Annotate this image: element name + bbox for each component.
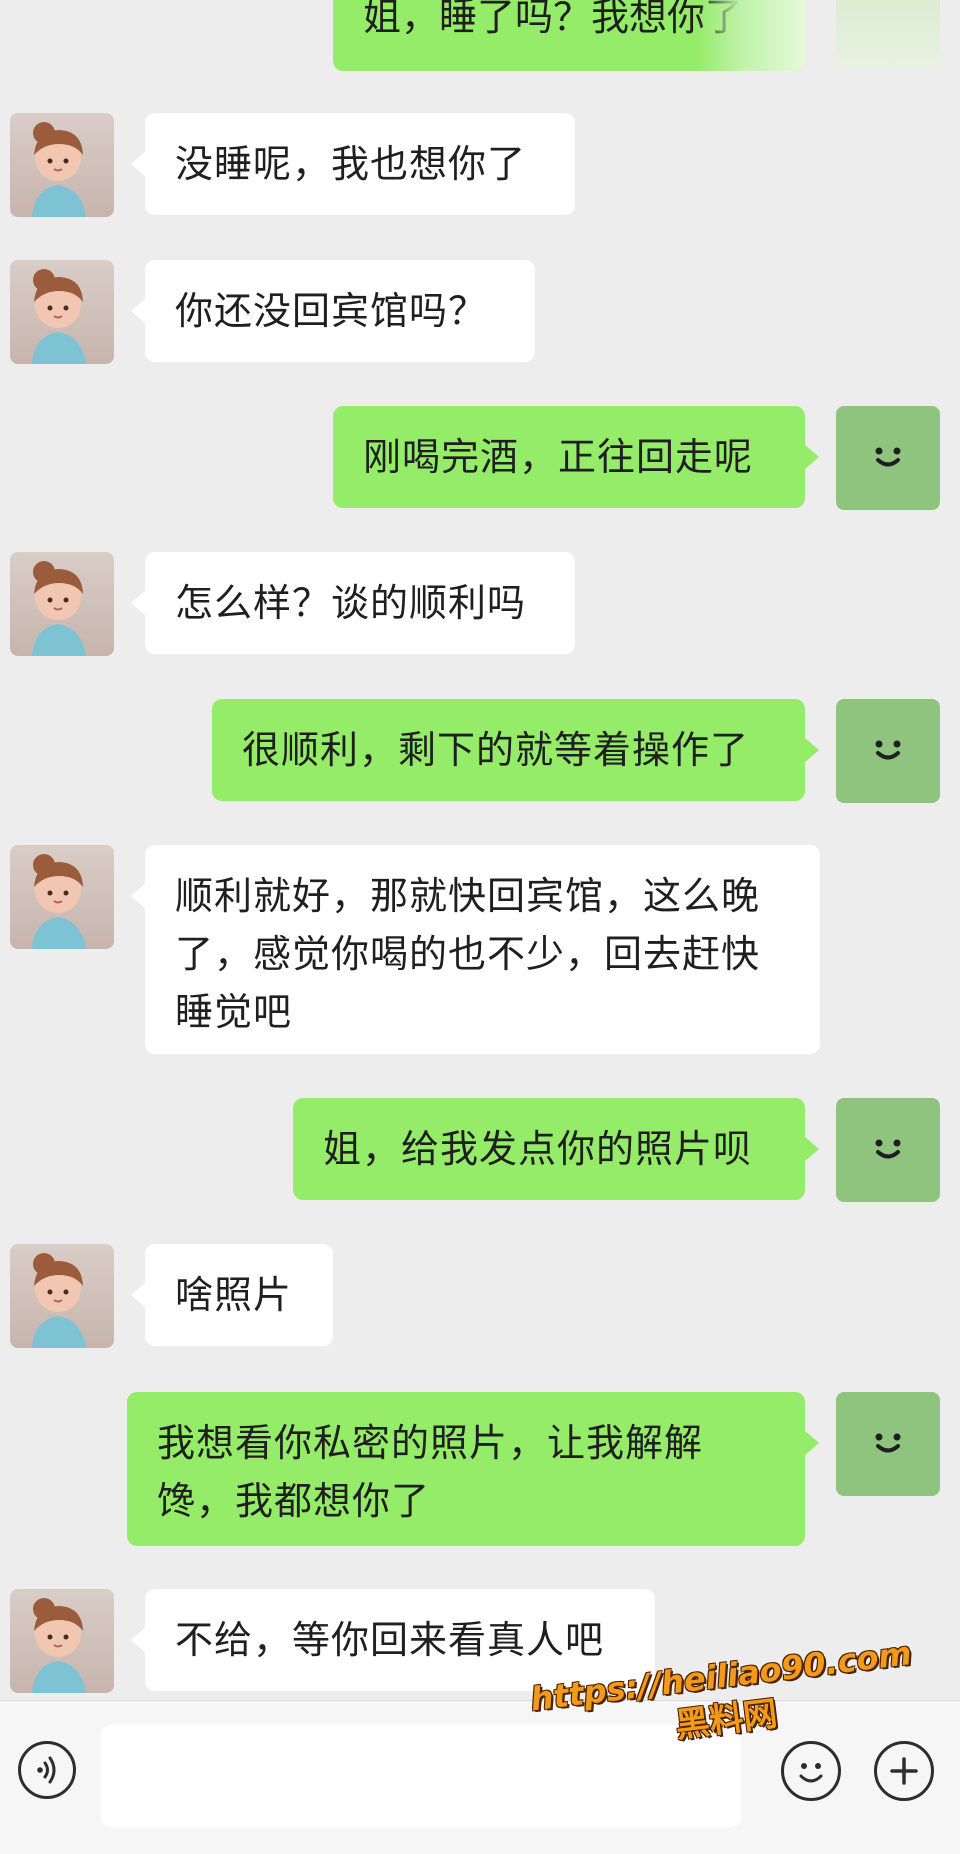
message-text: 你还没回宾馆吗？ [175,289,488,333]
voice-icon [37,1756,56,1784]
outgoing-message[interactable]: 我想看你私密的照片，让我解解馋，我都想你了 [127,1392,819,1546]
smile-avatar-icon [875,740,901,760]
incoming-message[interactable]: 顺利就好，那就快回宾馆，这么晚了，感觉你喝的也不少，回去赶快睡觉吧 [131,845,820,1054]
smile-avatar-icon [875,1433,901,1453]
contact-avatar[interactable] [10,113,114,217]
message-text: 很顺利，剩下的就等着操作了 [242,728,750,772]
chat-area[interactable]: 姐，睡了吗？我想你了 没睡呢，我也想你了 你还没回宾馆吗？ 刚喝完酒，正往回走呢… [0,0,960,1700]
message-input[interactable] [101,1725,741,1827]
incoming-message[interactable]: 不给，等你回来看真人吧 [131,1589,655,1691]
message-text: 刚喝完酒，正往回走呢 [363,435,754,479]
self-avatar[interactable] [836,1392,940,1496]
girl-avatar-icon [32,1253,86,1348]
plus-button[interactable] [874,1741,934,1801]
voice-button[interactable] [18,1741,76,1799]
self-avatar[interactable] [836,406,940,510]
outgoing-message[interactable]: 刚喝完酒，正往回走呢 [333,406,819,508]
message-text: 姐，给我发点你的照片呗 [323,1127,753,1171]
girl-avatar-icon [32,854,86,949]
outgoing-message-partial[interactable]: 姐，睡了吗？我想你了 [333,0,805,71]
incoming-message[interactable]: 怎么样？谈的顺利吗 [131,552,575,654]
blur-mask [697,0,805,71]
message-text: 怎么样？谈的顺利吗 [175,581,527,625]
incoming-message[interactable]: 啥照片 [131,1244,333,1346]
contact-avatar[interactable] [10,1244,114,1348]
girl-avatar-icon [32,122,86,217]
smile-avatar-icon [875,1139,901,1159]
message-text: 顺利就好，那就快回宾馆，这么晚了，感觉你喝的也不少，回去赶快睡觉吧 [175,874,761,1034]
contact-avatar[interactable] [10,1589,114,1693]
self-avatar-partial [836,0,940,70]
input-bar [0,1700,960,1854]
message-text: 啥照片 [175,1273,293,1317]
outgoing-message[interactable]: 很顺利，剩下的就等着操作了 [212,699,819,801]
incoming-message[interactable]: 你还没回宾馆吗？ [131,260,535,362]
contact-avatar[interactable] [10,552,114,656]
contact-avatar[interactable] [10,845,114,949]
message-text: 没睡呢，我也想你了 [175,142,527,186]
emoji-button[interactable] [781,1741,841,1801]
girl-avatar-icon [32,269,86,364]
girl-avatar-icon [32,1598,86,1693]
self-avatar[interactable] [836,699,940,803]
message-text: 不给，等你回来看真人吧 [175,1618,605,1662]
contact-avatar[interactable] [10,260,114,364]
incoming-message[interactable]: 没睡呢，我也想你了 [131,113,575,215]
message-text: 姐，睡了吗？我想你了 [363,0,744,39]
plus-icon [890,1757,918,1785]
girl-avatar-icon [32,561,86,656]
message-text: 我想看你私密的照片，让我解解馋，我都想你了 [157,1421,704,1523]
emoji-icon [799,1763,823,1783]
outgoing-message[interactable]: 姐，给我发点你的照片呗 [293,1098,819,1200]
smile-avatar-icon [875,447,901,467]
self-avatar[interactable] [836,1098,940,1202]
